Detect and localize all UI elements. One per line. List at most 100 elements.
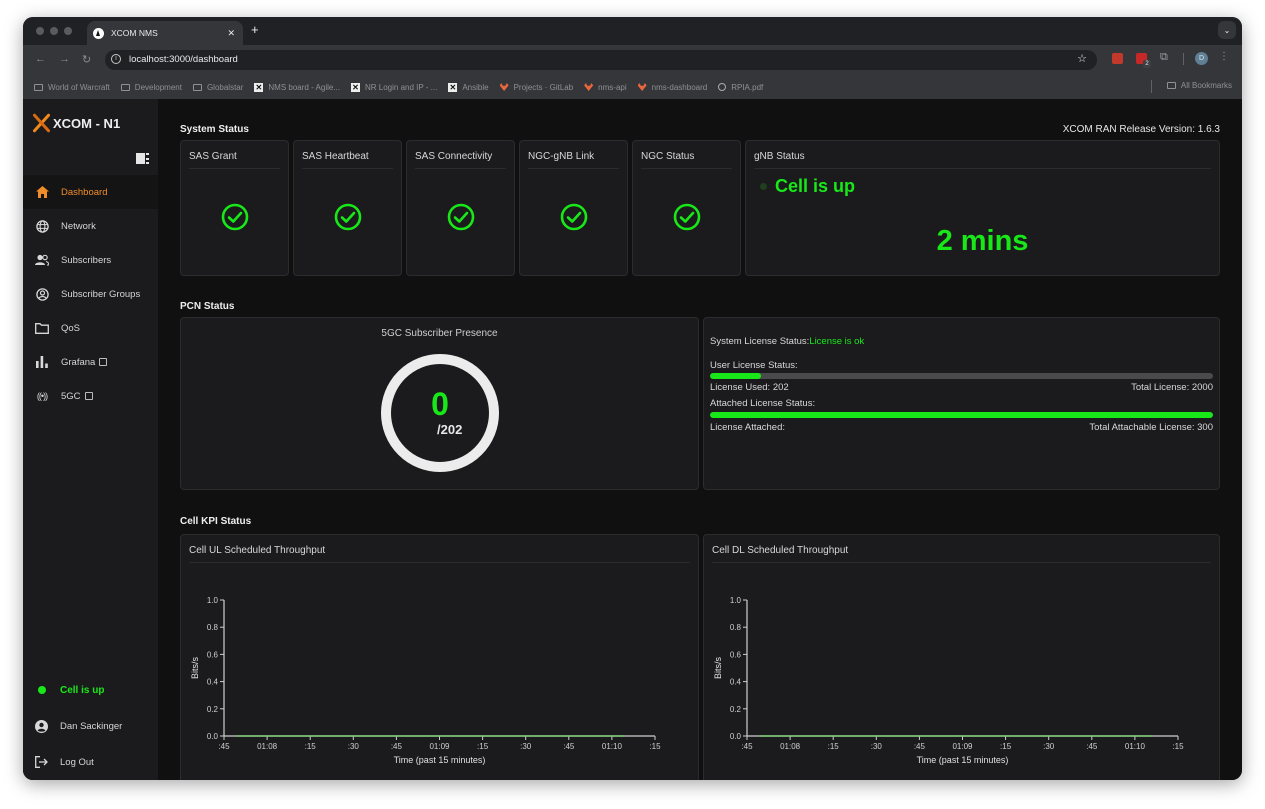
x-icon: ✕ (254, 82, 264, 92)
y-axis-label: Bits/s (190, 657, 200, 680)
bar-chart-icon (35, 355, 49, 369)
status-dot-icon (38, 686, 46, 694)
sidebar-item-subscribers[interactable]: Subscribers (23, 243, 158, 277)
sidebar-collapse-icon[interactable] (136, 153, 149, 164)
x-tick-label: :15 (1000, 742, 1012, 751)
x-tick-label: :45 (741, 742, 753, 751)
sidebar-item-grafana[interactable]: Grafana (23, 345, 158, 379)
main-content: System Status XCOM RAN Release Version: … (158, 99, 1242, 780)
forward-arrow-icon[interactable]: → (59, 53, 70, 65)
check-circle-icon (221, 203, 248, 231)
sidebar-item-label: Dashboard (61, 186, 108, 198)
user-profile[interactable]: Dan Sackinger (23, 708, 158, 744)
bookmark-label: World of Warcraft (48, 82, 110, 92)
bookmark-label: NR Login and IP - ... (365, 82, 438, 92)
bookmark-item[interactable]: World of Warcraft (34, 83, 110, 92)
user-license-fill (710, 373, 761, 379)
sidebar-item-label: Grafana (61, 356, 96, 368)
reload-icon[interactable]: ↻ (82, 53, 91, 66)
new-tab-button[interactable]: + (251, 22, 259, 37)
user-circle-icon (35, 287, 49, 301)
sidebar-item-label: Subscribers (61, 254, 112, 266)
y-tick-label: 0.4 (207, 678, 219, 687)
x-tick-label: :15 (828, 742, 840, 751)
sidebar-item-qos[interactable]: QoS (23, 311, 158, 345)
app-root: XCOM - N1 Dashboard Network Subscribers (23, 99, 1242, 780)
globe-icon (35, 219, 49, 233)
logout-button[interactable]: Log Out (23, 744, 158, 780)
profile-avatar[interactable]: D (1195, 52, 1208, 65)
card-title: gNB Status (754, 151, 1211, 169)
bookmark-star-icon[interactable]: ☆ (1077, 52, 1087, 65)
check-circle-icon (560, 203, 587, 231)
x-tick-label: :15 (1172, 742, 1184, 751)
extension-ladybug-icon[interactable] (1112, 53, 1123, 64)
bookmark-item[interactable]: nms-dashboard (637, 83, 707, 92)
bookmark-item[interactable]: RPIA.pdf (718, 83, 763, 92)
license-attachable: Total Attachable License: 300 (1089, 422, 1213, 433)
bookmark-label: RPIA.pdf (731, 82, 764, 92)
x-tick-label: :15 (649, 742, 661, 751)
maximize-window-button[interactable] (64, 27, 72, 35)
x-tick-label: 01:08 (257, 742, 278, 751)
check-circle-icon (673, 203, 700, 231)
url-text[interactable]: localhost:3000/dashboard (129, 54, 238, 65)
extension-badge: 2 (1143, 60, 1151, 68)
brand-logo[interactable]: XCOM - N1 (31, 113, 120, 133)
globe-icon (718, 83, 727, 91)
bookmark-item[interactable]: nms-api (584, 83, 627, 92)
all-bookmarks-button[interactable]: All Bookmarks (1166, 81, 1232, 90)
extensions-puzzle-icon[interactable]: ⧉ (1160, 51, 1168, 64)
sidebar-item-5gc[interactable]: ((•)) 5GC (23, 379, 158, 413)
y-tick-label: 0.6 (207, 650, 219, 659)
browser-menu-icon[interactable]: ⋮ (1219, 51, 1229, 62)
address-bar[interactable]: i localhost:3000/dashboard ☆ (105, 50, 1097, 70)
y-tick-label: 1.0 (730, 596, 742, 605)
sidebar-nav: Dashboard Network Subscribers Subscriber… (23, 175, 158, 413)
close-tab-icon[interactable]: ✕ (227, 28, 235, 39)
x-tick-label: :30 (871, 742, 883, 751)
y-tick-label: 0.8 (207, 623, 219, 632)
folder-icon (192, 83, 202, 91)
folder-icon (1166, 82, 1176, 89)
gitlab-icon (499, 83, 509, 91)
bookmark-item[interactable]: ✕ NR Login and IP - ... (351, 82, 438, 92)
window-controls[interactable] (36, 27, 72, 35)
gitlab-icon (584, 83, 594, 91)
check-circle-icon (334, 203, 361, 231)
back-arrow-icon[interactable]: ← (35, 53, 46, 65)
close-window-button[interactable] (36, 27, 44, 35)
bookmark-item[interactable]: ✕ Ansible (448, 82, 489, 92)
tab-strip: XCOM NMS ✕ + ⌄ (23, 17, 1242, 45)
sidebar-item-dashboard[interactable]: Dashboard (23, 175, 158, 209)
y-tick-label: 0.8 (730, 623, 742, 632)
bookmark-label: Globalstar (206, 82, 244, 92)
attached-license-progress (710, 412, 1213, 418)
browser-tab[interactable]: XCOM NMS ✕ (87, 21, 243, 45)
x-icon: ✕ (448, 82, 458, 92)
sidebar-item-network[interactable]: Network (23, 209, 158, 243)
status-card: SAS Grant (180, 140, 289, 276)
minimize-window-button[interactable] (50, 27, 58, 35)
x-axis-label: Time (past 15 minutes) (917, 755, 1009, 765)
presence-title: 5GC Subscriber Presence (381, 328, 498, 339)
logout-icon (35, 756, 48, 769)
sidebar-item-subscriber-groups[interactable]: Subscriber Groups (23, 277, 158, 311)
bookmark-item[interactable]: Globalstar (192, 82, 244, 92)
gitlab-icon (637, 83, 647, 91)
bookmark-item[interactable]: ✕ NMS board - Agile... (254, 82, 340, 92)
release-version: XCOM RAN Release Version: 1.6.3 (1062, 124, 1220, 135)
attached-license-fill (710, 412, 1213, 418)
bookmark-item[interactable]: Projects · GitLab (499, 83, 573, 92)
system-license-value: License is ok (809, 336, 865, 347)
gnb-uptime: 2 mins (936, 225, 1029, 257)
card-title: SAS Grant (189, 151, 280, 169)
bookmark-item[interactable]: Development (120, 83, 182, 92)
x-tick-label: :45 (218, 742, 230, 751)
gnb-state: Cell is up (775, 176, 856, 196)
y-tick-label: 0.2 (207, 705, 219, 714)
status-card: SAS Connectivity (406, 140, 515, 276)
tab-search-chevron-icon[interactable]: ⌄ (1218, 21, 1236, 39)
site-info-icon[interactable]: i (111, 54, 121, 64)
status-card: NGC Status (632, 140, 741, 276)
